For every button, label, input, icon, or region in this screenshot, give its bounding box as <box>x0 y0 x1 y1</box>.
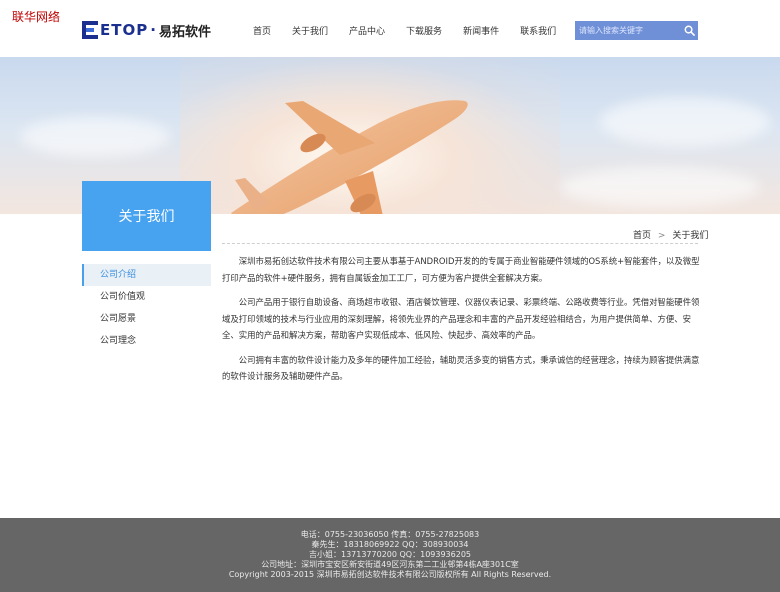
logo-brand-cn: 易拓软件 <box>158 24 211 40</box>
search-input[interactable] <box>575 25 681 36</box>
nav-home[interactable]: 首页 <box>253 24 271 37</box>
sidebar-item-vision[interactable]: 公司愿景 <box>82 308 211 330</box>
footer-copyright: Copyright 2003-2015 深圳市易拓创达软件技术有限公司版权所有 … <box>228 570 552 579</box>
nav-products[interactable]: 产品中心 <box>349 24 385 37</box>
breadcrumb-current: 关于我们 <box>672 231 709 241</box>
footer-address: 公司地址：深圳市宝安区新安街道49区河东第二工业邨第4栋A座301C室 <box>261 560 519 569</box>
sidebar-item-values[interactable]: 公司价值观 <box>82 286 211 308</box>
search-button[interactable] <box>681 21 698 40</box>
logo-dot: · <box>150 21 157 39</box>
about-content: 深圳市易拓创达软件技术有限公司主要从事基于ANDROID开发的的专属于商业智能硬… <box>222 253 700 393</box>
breadcrumb: 首页 > 关于我们 <box>633 228 708 241</box>
content-paragraph: 公司产品用于银行自助设备、商场超市收银、酒店餐饮管理、仪器仪表记录、彩票终端、公… <box>222 297 700 340</box>
nav-contact[interactable]: 联系我们 <box>520 24 556 37</box>
footer: 电话：0755-23036050 传真：0755-27825083 秦先生：18… <box>0 518 780 592</box>
sidebar-item-intro[interactable]: 公司介绍 <box>82 264 211 286</box>
content-paragraph: 公司拥有丰富的软件设计能力及多年的硬件加工经验，辅助灵活多变的销售方式，秉承诚信… <box>222 354 700 382</box>
site-logo[interactable]: ETOP · 易拓软件 <box>82 18 211 42</box>
footer-phone: 电话：0755-23036050 传真：0755-27825083 <box>300 530 480 539</box>
sidebar-title: 关于我们 <box>82 181 211 251</box>
footer-contact-1: 秦先生：18318069922 QQ：308930034 <box>311 540 469 549</box>
breadcrumb-separator: > <box>657 231 666 241</box>
main-nav: 首页 关于我们 产品中心 下载服务 新闻事件 联系我们 <box>253 24 556 37</box>
corner-tag: 联华网络 <box>12 10 61 24</box>
sidebar-item-philosophy[interactable]: 公司理念 <box>82 330 211 352</box>
search-icon <box>684 25 695 36</box>
footer-contact-2: 吉小姐：13713770200 QQ：1093936205 <box>308 550 472 559</box>
nav-downloads[interactable]: 下载服务 <box>406 24 442 37</box>
nav-about[interactable]: 关于我们 <box>292 24 328 37</box>
logo-mark <box>82 21 98 39</box>
divider <box>222 243 698 244</box>
nav-news[interactable]: 新闻事件 <box>463 24 499 37</box>
logo-e-icon <box>82 21 98 39</box>
content-paragraph: 深圳市易拓创达软件技术有限公司主要从事基于ANDROID开发的的专属于商业智能硬… <box>222 256 700 283</box>
sidebar-menu: 公司介绍 公司价值观 公司愿景 公司理念 <box>82 264 211 352</box>
breadcrumb-home[interactable]: 首页 <box>633 231 651 241</box>
search-box <box>575 21 698 40</box>
logo-brand: ETOP <box>100 21 149 39</box>
airplane-image <box>231 100 468 214</box>
